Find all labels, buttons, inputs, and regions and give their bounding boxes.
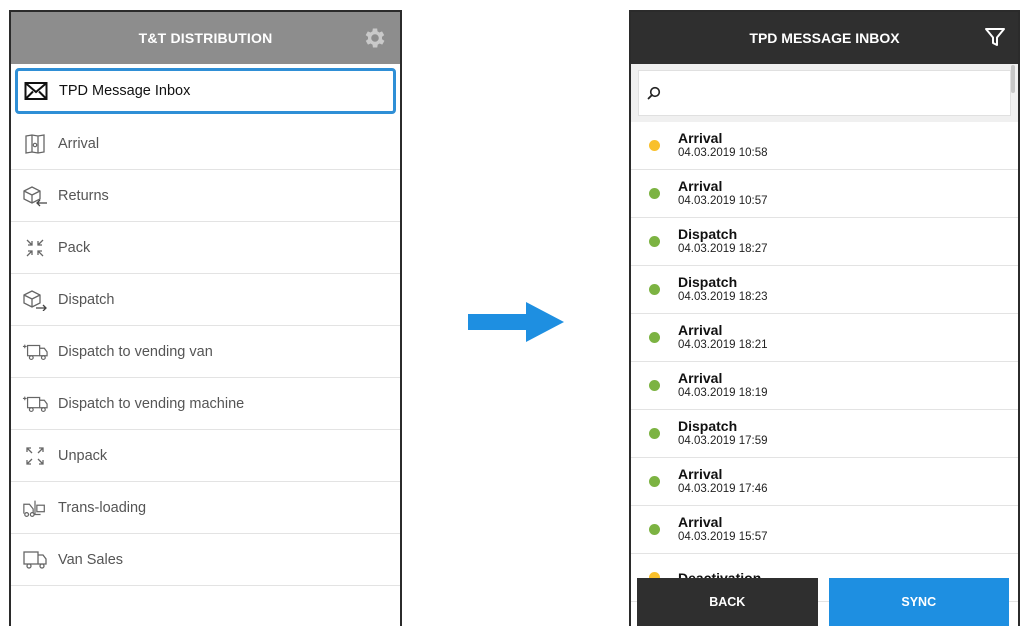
status-dot — [649, 284, 660, 295]
message-row[interactable]: Arrival 04.03.2019 15:57 — [631, 506, 1018, 554]
inbox-title: TPD MESSAGE INBOX — [749, 30, 900, 46]
menu-item-unpack[interactable]: Unpack — [11, 430, 400, 482]
menu-item-dispatch[interactable]: Dispatch — [11, 274, 400, 326]
message-row[interactable]: Dispatch 04.03.2019 18:27 — [631, 218, 1018, 266]
van-icon — [22, 547, 48, 573]
message-type: Arrival — [678, 322, 723, 338]
message-row[interactable]: Dispatch 04.03.2019 17:59 — [631, 410, 1018, 458]
menu-item-label: Dispatch — [58, 291, 115, 308]
message-type: Arrival — [678, 514, 723, 530]
truck-icon — [22, 391, 48, 417]
menu-item-returns[interactable]: Returns — [11, 170, 400, 222]
message-date: 04.03.2019 18:27 — [678, 243, 768, 255]
arrow-right-icon — [468, 302, 564, 342]
status-dot — [649, 140, 660, 151]
search-input[interactable] — [667, 84, 1010, 102]
footer-buttons: BACK SYNC — [637, 578, 1009, 626]
message-text: Dispatch 04.03.2019 18:23 — [678, 274, 768, 305]
menu-item-label: Trans-loading — [58, 499, 147, 516]
expand-arrows-icon — [22, 443, 48, 469]
menu-item-label: Van Sales — [58, 551, 124, 568]
message-row[interactable]: Arrival 04.03.2019 18:21 — [631, 314, 1018, 362]
message-text: Arrival 04.03.2019 15:57 — [678, 514, 768, 545]
message-text: Dispatch 04.03.2019 18:27 — [678, 226, 768, 257]
menu-item-label: Pack — [58, 239, 91, 256]
menu-item-trans-loading[interactable]: Trans-loading — [11, 482, 400, 534]
message-date: 04.03.2019 18:19 — [678, 387, 768, 399]
menu-item-tpd-message-inbox[interactable]: TPD Message Inbox — [15, 68, 396, 114]
menu-item-label: TPD Message Inbox — [59, 83, 191, 99]
truck-icon — [22, 339, 48, 365]
forklift-icon — [22, 495, 48, 521]
message-row[interactable]: Dispatch 04.03.2019 18:23 — [631, 266, 1018, 314]
message-text: Arrival 04.03.2019 17:46 — [678, 466, 768, 497]
status-dot — [649, 332, 660, 343]
message-type: Dispatch — [678, 274, 738, 290]
menu-item-label: Dispatch to vending machine — [58, 395, 245, 412]
menu-list: TPD Message Inbox Arrival Returns Pack Dispa… — [11, 68, 400, 586]
envelope-icon — [23, 78, 49, 104]
message-row[interactable]: Arrival 04.03.2019 17:46 — [631, 458, 1018, 506]
gear-icon[interactable] — [362, 25, 388, 51]
message-text: Arrival 04.03.2019 18:19 — [678, 370, 768, 401]
menu-item-dispatch-to-vending-machine[interactable]: Dispatch to vending machine — [11, 378, 400, 430]
message-type: Dispatch — [678, 226, 738, 242]
menu-item-pack[interactable]: Pack — [11, 222, 400, 274]
message-date: 04.03.2019 18:21 — [678, 339, 768, 351]
menu-item-arrival[interactable]: Arrival — [11, 118, 400, 170]
menu-item-label: Returns — [58, 187, 109, 204]
menu-item-van-sales[interactable]: Van Sales — [11, 534, 400, 586]
message-date: 04.03.2019 10:58 — [678, 147, 768, 159]
sync-button[interactable]: SYNC — [828, 578, 1009, 626]
menu-item-label: Arrival — [58, 135, 100, 152]
app-title: T&T DISTRIBUTION — [138, 30, 273, 46]
map-icon — [22, 131, 48, 157]
message-type: Arrival — [678, 370, 723, 386]
filter-icon[interactable] — [984, 26, 1006, 48]
message-row[interactable]: Arrival 04.03.2019 10:57 — [631, 170, 1018, 218]
message-row[interactable]: Arrival 04.03.2019 10:58 — [631, 122, 1018, 170]
message-text: Arrival 04.03.2019 18:21 — [678, 322, 768, 353]
message-date: 04.03.2019 10:57 — [678, 195, 768, 207]
status-dot — [649, 476, 660, 487]
message-text: Arrival 04.03.2019 10:58 — [678, 130, 768, 161]
message-type: Arrival — [678, 178, 723, 194]
inbox-header: TPD MESSAGE INBOX — [631, 12, 1018, 64]
menu-item-label: Dispatch to vending van — [58, 343, 213, 360]
message-date: 04.03.2019 17:59 — [678, 435, 768, 447]
status-dot — [649, 428, 660, 439]
message-type: Arrival — [678, 466, 723, 482]
message-text: Arrival 04.03.2019 10:57 — [678, 178, 768, 209]
scrollbar[interactable] — [1011, 65, 1015, 93]
app-header: T&T DISTRIBUTION — [11, 12, 400, 64]
inbox-screen: TPD MESSAGE INBOX Arrival 04.03.2019 10:5… — [629, 10, 1020, 626]
message-list: Arrival 04.03.2019 10:58 Arrival 04.03.2019… — [631, 122, 1018, 602]
message-type: Dispatch — [678, 418, 738, 434]
box-dispatch-icon — [22, 287, 48, 313]
message-type: Arrival — [678, 130, 723, 146]
message-text: Dispatch 04.03.2019 17:59 — [678, 418, 768, 449]
menu-item-label: Unpack — [58, 447, 108, 464]
box-return-icon — [22, 183, 48, 209]
status-dot — [649, 380, 660, 391]
status-dot — [649, 236, 660, 247]
message-date: 04.03.2019 17:46 — [678, 483, 768, 495]
back-button[interactable]: BACK — [637, 578, 818, 626]
message-date: 04.03.2019 18:23 — [678, 291, 768, 303]
search-box[interactable] — [638, 70, 1011, 116]
search-icon — [647, 86, 661, 100]
menu-item-dispatch-to-vending-van[interactable]: Dispatch to vending van — [11, 326, 400, 378]
compress-arrows-icon — [22, 235, 48, 261]
message-row[interactable]: Arrival 04.03.2019 18:19 — [631, 362, 1018, 410]
main-menu-screen: T&T DISTRIBUTION TPD Message Inbox Arriva… — [9, 10, 402, 626]
status-dot — [649, 524, 660, 535]
message-date: 04.03.2019 15:57 — [678, 531, 768, 543]
search-bar — [631, 64, 1018, 122]
status-dot — [649, 188, 660, 199]
